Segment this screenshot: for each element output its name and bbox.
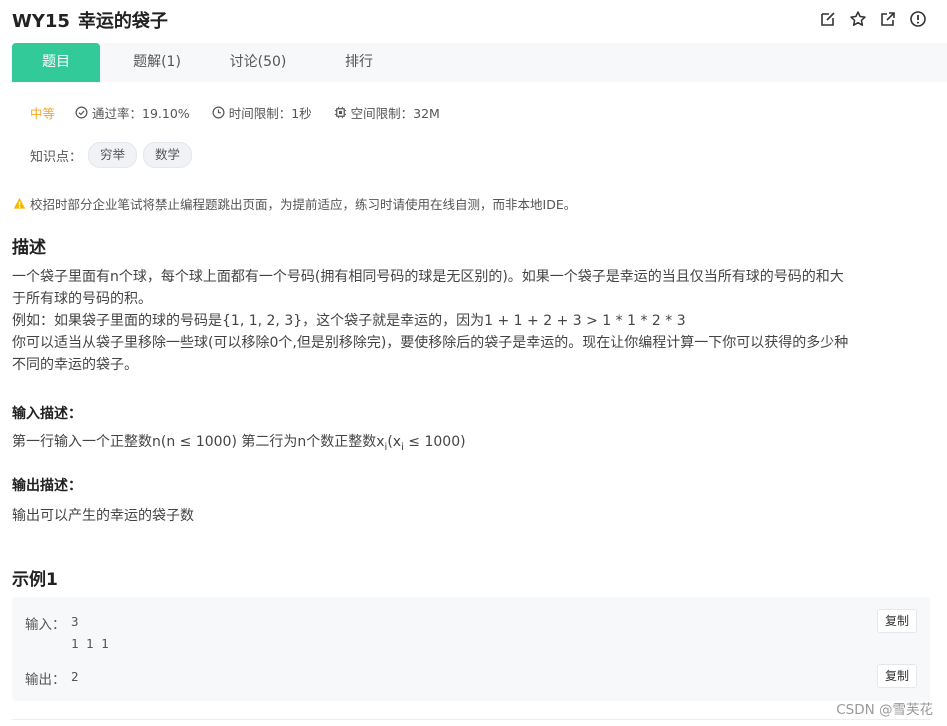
output-desc-heading: 输出描述： — [12, 478, 82, 494]
pass-rate: 通过率：19.10% — [75, 103, 190, 122]
input-desc-text: 第一行输入一个正整数n(n ≤ 1000) 第二行为n个数正整数xi(xi ≤ … — [12, 431, 932, 459]
edit-icon[interactable] — [819, 10, 837, 28]
problem-tabs: 题目 题解(1) 讨论(50) 排行 — [12, 43, 947, 82]
memory-icon — [334, 106, 346, 119]
problem-meta: 中等 通过率：19.10% 时间限制：1秒 空间限制：32M — [30, 103, 462, 122]
input-desc-part: (x — [387, 434, 402, 450]
tag-math[interactable]: 数学 — [143, 142, 193, 168]
memory-limit-text: 空间限制：32M — [350, 106, 440, 121]
tab-ranking[interactable]: 排行 — [314, 43, 404, 82]
output-desc-text: 输出可以产生的幸运的袋子数 — [12, 508, 194, 524]
top-toolbar — [819, 10, 927, 28]
star-icon[interactable] — [849, 10, 867, 28]
description-line: 不同的幸运的袋子。 — [12, 357, 138, 373]
tab-problem[interactable]: 题目 — [12, 43, 100, 82]
problem-code: WY15 — [12, 11, 70, 32]
warning-icon — [13, 197, 26, 209]
description-line: 例如：如果袋子里面的球的号码是{1, 1, 2, 3}，这个袋子就是幸运的，因为… — [12, 313, 686, 329]
copy-input-button[interactable]: 复制 — [877, 609, 917, 633]
time-limit-text: 时间限制：1秒 — [228, 106, 312, 121]
example-box: 输入： 3 1 1 1 复制 输出： 2 复制 — [12, 597, 930, 701]
example-output-label: 输出： — [25, 672, 66, 688]
memory-limit: 空间限制：32M — [334, 103, 440, 122]
copy-output-button[interactable]: 复制 — [877, 664, 917, 688]
warning-text: 校招时部分企业笔试将禁止编程题跳出页面，为提前适应，练习时请使用在线自测，而非本… — [30, 197, 577, 212]
example-input-line2: 1 1 1 — [71, 636, 109, 651]
input-desc-part: 第一行输入一个正整数n(n ≤ 1000) 第二行为n个数正整数x — [12, 434, 385, 450]
check-circle-icon — [75, 106, 88, 119]
example-heading: 示例1 — [12, 570, 58, 590]
tab-discussion[interactable]: 讨论(50) — [214, 43, 302, 82]
page-title: WY15 幸运的袋子 — [12, 7, 168, 33]
watermark: CSDN @雪芙花 — [836, 702, 933, 718]
example-input-line1: 3 — [71, 614, 79, 629]
pass-rate-text: 通过率：19.10% — [92, 106, 190, 121]
tab-solutions[interactable]: 题解(1) — [112, 43, 202, 82]
time-limit: 时间限制：1秒 — [212, 103, 312, 122]
example-output-value: 2 — [71, 669, 79, 684]
description-line: 于所有球的号码的积。 — [12, 291, 152, 307]
description-heading: 描述 — [12, 238, 46, 258]
share-icon[interactable] — [879, 10, 897, 28]
divider — [12, 719, 930, 720]
clock-icon — [212, 106, 225, 119]
report-icon[interactable] — [909, 10, 927, 28]
description-line: 一个袋子里面有n个球，每个球上面都有一个号码(拥有相同号码的球是无区别的)。如果… — [12, 269, 844, 285]
input-desc-part: ≤ 1000) — [403, 434, 466, 450]
tag-enumeration[interactable]: 穷举 — [88, 142, 138, 168]
description-body: 一个袋子里面有n个球，每个球上面都有一个号码(拥有相同号码的球是无区别的)。如果… — [12, 266, 932, 376]
example-input-label: 输入： — [25, 617, 66, 633]
problem-title: 幸运的袋子 — [77, 11, 168, 32]
input-desc-heading: 输入描述： — [12, 406, 82, 422]
difficulty-badge: 中等 — [30, 106, 56, 121]
knowledge-label: 知识点： — [30, 149, 83, 165]
exam-warning: 校招时部分企业笔试将禁止编程题跳出页面，为提前适应，练习时请使用在线自测，而非本… — [13, 194, 576, 213]
knowledge-points: 知识点： 穷举 数学 — [30, 142, 193, 168]
description-line: 你可以适当从袋子里移除一些球(可以移除0个,但是别移除完)，要使移除后的袋子是幸… — [12, 335, 849, 351]
